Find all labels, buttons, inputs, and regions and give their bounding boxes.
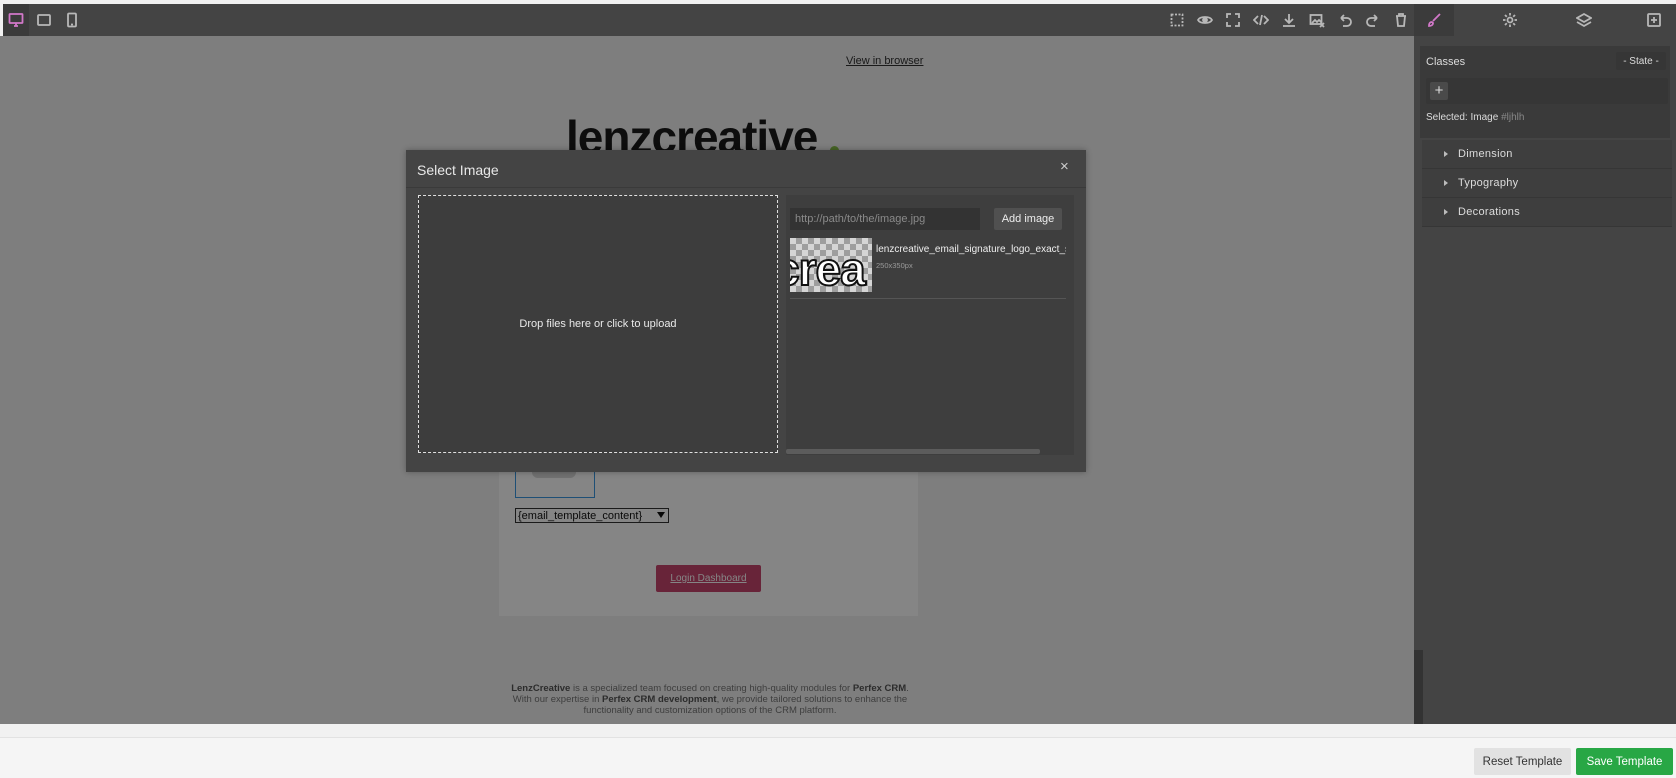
sector-label: Typography <box>1458 177 1519 189</box>
asset-thumbnail[interactable]: crea <box>790 238 872 292</box>
selected-component-label: Selected: Image #ljhlh <box>1426 112 1524 123</box>
style-manager-icon[interactable] <box>1414 4 1454 36</box>
asset-thumbnail-image: crea <box>790 242 867 292</box>
classes-label: Classes <box>1426 56 1466 68</box>
asset-dimensions: 250x350px <box>876 261 913 270</box>
caret-right-icon <box>1444 151 1448 157</box>
modal-divider <box>406 187 1086 188</box>
sector-decorations[interactable]: Decorations <box>1422 198 1672 227</box>
dropzone-text: Drop files here or click to upload <box>519 318 677 330</box>
clear-images-icon[interactable] <box>1304 4 1330 36</box>
close-icon[interactable]: × <box>1060 159 1069 174</box>
mobile-icon[interactable] <box>59 4 85 36</box>
add-class-button[interactable]: + <box>1430 82 1448 100</box>
assets-scrollbar[interactable] <box>786 449 1040 454</box>
tablet-icon[interactable] <box>31 4 57 36</box>
code-icon[interactable] <box>1248 4 1274 36</box>
asset-name[interactable]: lenzcreative_email_signature_logo_exact_… <box>876 244 1066 255</box>
selected-prefix: Selected: <box>1426 112 1468 123</box>
selected-id: #ljhlh <box>1501 112 1525 123</box>
add-image-button[interactable]: Add image <box>994 208 1062 230</box>
sector-typography[interactable]: Typography <box>1422 169 1672 198</box>
assets-list <box>786 195 1074 455</box>
asset-divider <box>790 298 1066 299</box>
trash-icon[interactable] <box>1388 4 1414 36</box>
redo-icon[interactable] <box>1360 4 1386 36</box>
caret-right-icon <box>1444 180 1448 186</box>
undo-icon[interactable] <box>1332 4 1358 36</box>
fullscreen-icon[interactable] <box>1220 4 1246 36</box>
upload-dropzone[interactable]: Drop files here or click to upload <box>418 195 778 453</box>
sw-visibility-icon[interactable] <box>1164 4 1190 36</box>
preview-icon[interactable] <box>1192 4 1218 36</box>
image-url-input[interactable] <box>790 208 980 230</box>
selected-name: Image <box>1470 112 1499 123</box>
bottom-action-bar <box>0 737 1676 778</box>
editor-toolbar <box>3 4 1676 36</box>
save-template-button[interactable]: Save Template <box>1576 748 1673 775</box>
panel-scrollbar[interactable] <box>1414 650 1423 724</box>
layers-icon[interactable] <box>1564 4 1604 36</box>
state-select[interactable]: - State - <box>1616 52 1666 70</box>
modal-title: Select Image <box>417 162 499 178</box>
desktop-icon[interactable] <box>3 4 29 36</box>
sector-label: Decorations <box>1458 206 1520 218</box>
class-tags-field[interactable] <box>1426 78 1668 104</box>
sector-label: Dimension <box>1458 148 1513 160</box>
settings-icon[interactable] <box>1490 4 1530 36</box>
reset-template-button[interactable]: Reset Template <box>1474 748 1571 775</box>
sector-dimension[interactable]: Dimension <box>1422 140 1672 169</box>
blocks-icon[interactable] <box>1634 4 1674 36</box>
download-icon[interactable] <box>1276 4 1302 36</box>
caret-right-icon <box>1444 209 1448 215</box>
